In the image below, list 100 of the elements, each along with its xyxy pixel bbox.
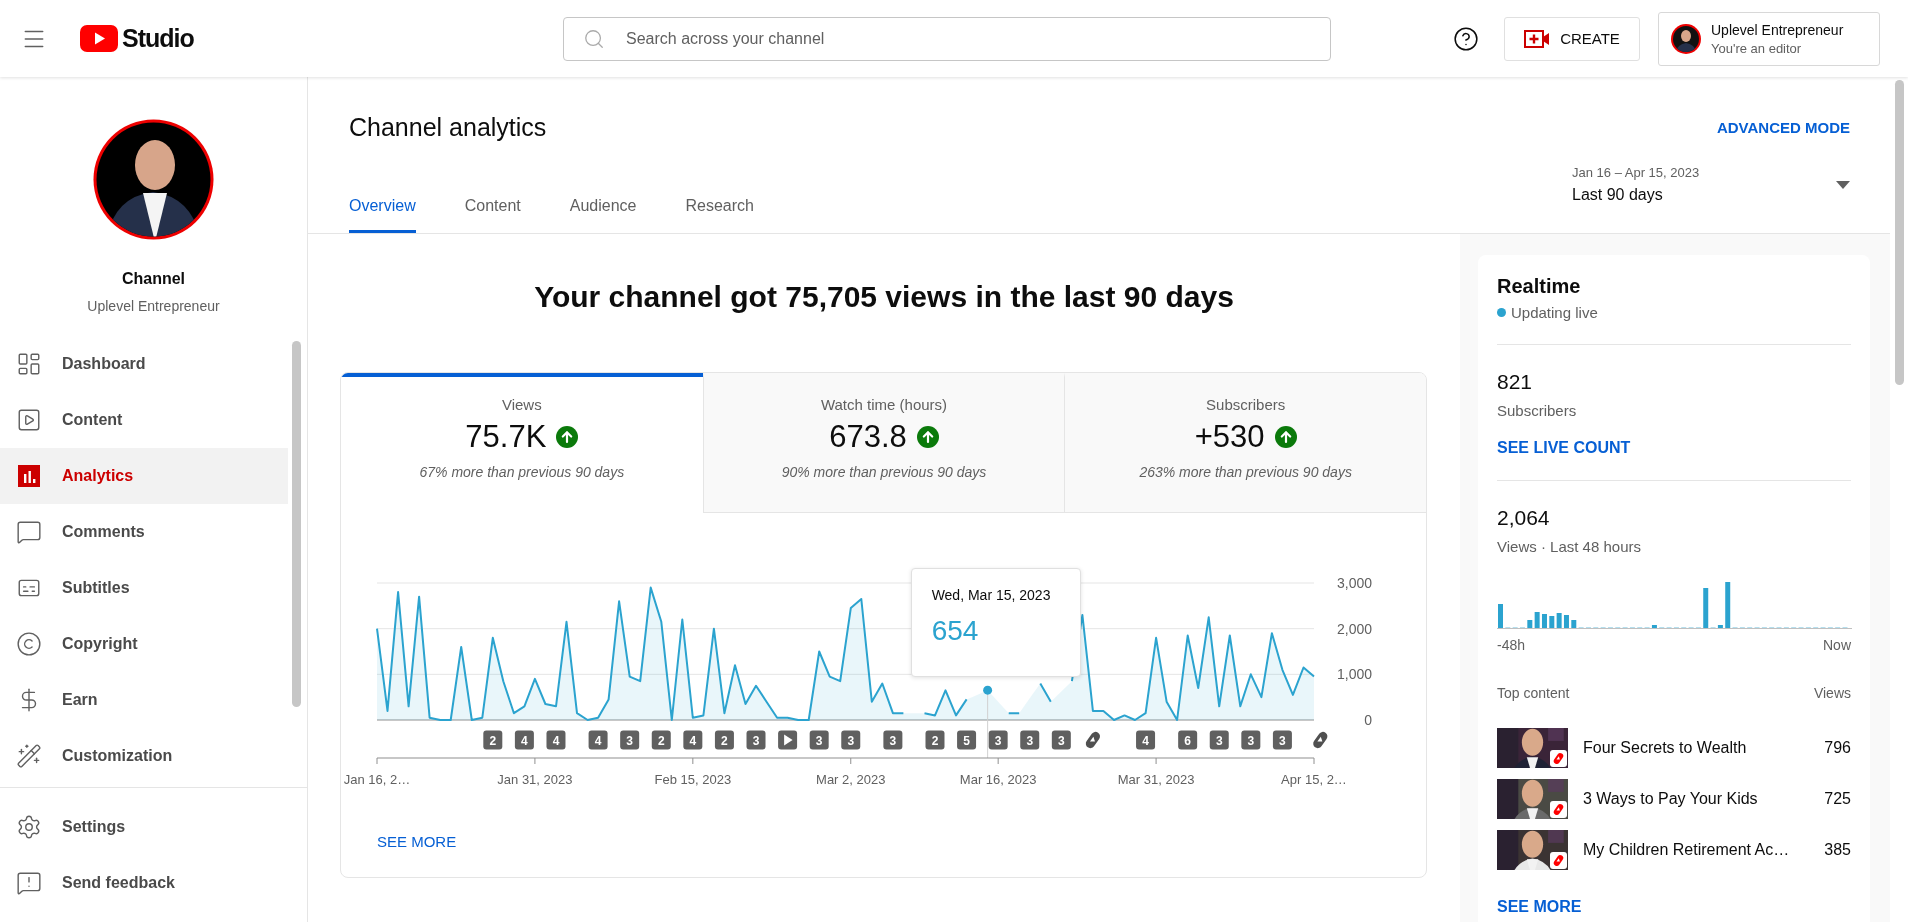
nav-item[interactable]: Earn [0,672,288,728]
live-dot-icon [1497,308,1506,317]
axis-label: 2,000 [1336,620,1372,637]
nav-item[interactable]: Subtitles [0,560,288,616]
bar-chart-icon [16,463,42,489]
upload-count-badge[interactable]: 2 [925,730,945,750]
search-icon [583,27,605,50]
tab[interactable]: Research [685,197,754,233]
see-more-link[interactable]: SEE MORE [377,833,457,850]
upload-count-badge[interactable]: 4 [514,730,534,750]
video-badge[interactable] [778,730,798,750]
upload-count-badge[interactable]: 4 [1136,730,1156,750]
upload-count-badge[interactable]: 3 [988,730,1008,750]
scrollbar[interactable] [1895,80,1904,385]
column-header: Views [1813,685,1851,701]
scrollbar[interactable] [292,341,301,707]
upload-count-badge[interactable]: 3 [809,730,829,750]
see-more-link[interactable]: SEE MORE [1497,898,1582,916]
advanced-mode-link[interactable]: ADVANCED MODE [1716,118,1850,136]
axis-label: 0 [1364,712,1372,728]
metric-tab[interactable]: Watch time (hours) 673.8 90% more than previous 90 days [702,373,1065,513]
feedback-icon [16,870,42,896]
shorts-icon [1550,801,1567,818]
axis-label: Apr 15, 2… [1281,772,1347,787]
view-count: 796 [1824,739,1851,757]
upload-count-badge[interactable]: 3 [883,730,903,750]
shorts-icon [1550,852,1567,869]
view-count: 725 [1824,790,1851,808]
channel-name: Uplevel Entrepreneur [87,297,220,315]
live-status: Updating live [1511,304,1598,321]
upload-count-badge[interactable]: 4 [546,730,566,750]
search-field[interactable]: Search across your channel [563,16,1331,61]
card-title: Realtime [1497,275,1582,298]
upload-count-badge[interactable]: 2 [714,730,734,750]
upload-count-badge[interactable]: 3 [841,730,861,750]
axis-label: Jan 31, 2023 [497,772,573,787]
video-title[interactable]: My Children Retirement Ac… [1583,841,1825,859]
metric-tab[interactable]: Subscribers +530 263% more than previous 90 days [1064,373,1426,513]
magic-wand-icon [16,743,42,769]
axis-label: Mar 31, 2023 [1117,772,1195,787]
dashboard-icon [16,351,42,377]
upload-count-badge[interactable]: 4 [683,730,703,750]
nav-item[interactable]: Analytics [0,448,288,504]
tooltip-date: Wed, Mar 15, 2023 [931,587,1052,603]
nav-item[interactable]: Copyright [0,616,288,672]
date-range-picker[interactable]: Jan 16 – Apr 15, 2023 Last 90 days [1572,165,1850,204]
upload-count-badge[interactable]: 2 [651,730,671,750]
logo-icon [80,25,118,52]
axis-label: Feb 15, 2023 [654,772,732,787]
tab[interactable]: Audience [569,197,637,233]
axis-label: Now [1823,637,1851,653]
nav-item[interactable]: Customization [0,728,288,784]
axis-label: 3,000 [1336,575,1372,591]
help-icon [1453,25,1479,52]
shorts-icon [1550,750,1567,767]
data-point [983,685,993,695]
logo-text: Studio [122,24,194,53]
channel-title: Channel [121,269,186,289]
upload-count-badge[interactable]: 3 [1241,730,1261,750]
see-live-count-link[interactable]: SEE LIVE COUNT [1497,439,1631,457]
upload-count-badge[interactable]: 6 [1178,730,1198,750]
video-plus-icon [1524,28,1551,49]
upload-count-badge[interactable]: 3 [620,730,640,750]
upload-count-badge[interactable]: 3 [1272,730,1292,750]
headline: Your channel got 75,705 views in the last 90 days [534,279,1234,315]
play-square-icon [16,407,42,433]
axis-label: -48h [1497,637,1526,653]
tab[interactable]: Content [464,197,521,233]
nav-item[interactable]: Settings [0,799,288,855]
account-button[interactable]: Uplevel Entrepreneur You're an editor [1658,11,1880,66]
axis-label: Jan 16, 2… [343,772,411,787]
settings-icon [16,814,42,840]
video-title[interactable]: 3 Ways to Pay Your Kids [1583,790,1825,808]
axis-label: Mar 16, 2023 [959,772,1037,787]
upload-count-badge[interactable]: 3 [1051,730,1071,750]
tab[interactable]: Overview [349,197,416,233]
page-title: Channel analytics [349,112,547,142]
upload-count-badge[interactable]: 2 [483,730,503,750]
video-title[interactable]: Four Secrets to Wealth [1583,739,1825,757]
axis-label: Mar 2, 2023 [816,772,886,787]
nav-item[interactable]: Comments [0,504,288,560]
create-button[interactable]: CREATE [1504,16,1640,61]
speech-bubble-icon [16,519,42,545]
upload-count-badge[interactable]: 5 [957,730,977,750]
upload-count-badge[interactable]: 4 [588,730,608,750]
nav-item[interactable]: Content [0,392,288,448]
tooltip-value: 654 [931,615,980,647]
views-label: Views · Last 48 hours [1497,538,1642,555]
column-header: Top content [1497,685,1570,701]
nav-item[interactable]: Dashboard [0,336,288,392]
dropdown-caret-icon [1836,180,1850,189]
upload-count-badge[interactable]: 3 [746,730,766,750]
upload-count-badge[interactable]: 3 [1209,730,1229,750]
upload-count-badge[interactable]: 3 [1020,730,1040,750]
axis-label: 1,000 [1336,666,1372,683]
copyright-icon [16,631,42,657]
nav-item[interactable]: Send feedback [0,855,288,911]
subscriber-count: 821 [1497,370,1534,394]
view-count: 385 [1824,841,1851,859]
views-count: 2,064 [1497,506,1551,530]
